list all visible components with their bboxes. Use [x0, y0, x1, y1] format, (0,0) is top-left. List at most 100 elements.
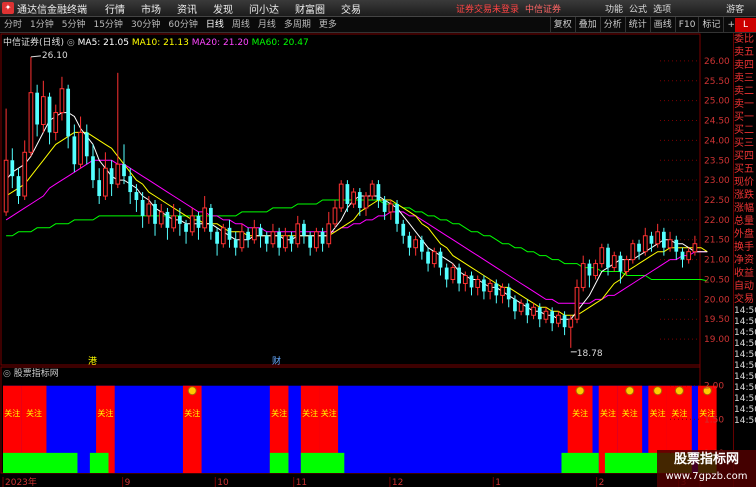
price-tick-label: 24.50 — [704, 117, 730, 127]
menu-trade[interactable]: 交易 — [341, 1, 361, 16]
menu-formula[interactable]: 公式 — [629, 2, 647, 15]
legend-settings-icon[interactable]: ◎ — [67, 38, 75, 48]
candle-body-down — [395, 203, 399, 224]
candle-body-up — [568, 318, 574, 328]
tick-time: 14:50 — [734, 339, 756, 349]
broker-name[interactable]: 中信证券 — [525, 2, 561, 15]
candle-body-down — [637, 243, 641, 252]
indicator-panel: 关注 关注 关注 关注 关注 关注 关注 关注 关注 关注 关注 关注 关注 — [3, 385, 717, 473]
menu-wealth[interactable]: 财富圈 — [295, 1, 325, 16]
login-status[interactable]: 证券交易未登录 — [456, 2, 519, 15]
tab-30min[interactable]: 30分钟 — [127, 17, 164, 33]
candle-body-down — [587, 263, 592, 276]
indicator-block-green — [561, 452, 599, 473]
quote-field: 买四 — [734, 151, 754, 162]
quote-field: 交易 — [734, 294, 754, 305]
candle-body-down — [177, 215, 182, 224]
menu-quotes[interactable]: 行情 — [105, 1, 125, 16]
candle-body-down — [209, 207, 213, 232]
date-tick-label: 1 — [495, 478, 501, 487]
date-tick-label: 11 — [296, 478, 307, 487]
quote-field: 涨跌 — [734, 190, 754, 201]
tab-more[interactable]: 更多 — [315, 17, 341, 33]
price-tick-label: 23.00 — [704, 176, 730, 186]
tool-analysis[interactable]: 分析 — [599, 17, 625, 33]
ma-legend: 中信证券(日线) ◎ MA5: 21.05 MA10: 21.13 MA20: … — [3, 35, 309, 48]
quote-field: 自动 — [734, 281, 754, 292]
tab-multi-period[interactable]: 多周期 — [280, 17, 315, 33]
tab-weekly[interactable]: 周线 — [228, 17, 254, 33]
quote-field: 买一 — [734, 112, 754, 123]
candle-body-up — [220, 227, 226, 245]
candle-body-down — [438, 251, 443, 268]
attention-label: 关注 — [321, 408, 337, 418]
tab-1min[interactable]: 1分钟 — [26, 17, 58, 33]
menu-news[interactable]: 资讯 — [177, 1, 197, 16]
candle-body-up — [450, 267, 456, 280]
menu-discover[interactable]: 发现 — [213, 1, 233, 16]
candle-body-down — [184, 223, 188, 232]
candle-body-up — [338, 183, 344, 209]
tab-5min[interactable]: 5分钟 — [58, 17, 90, 33]
panel-toggle-button[interactable]: L — [735, 18, 756, 32]
high-marker-line — [30, 55, 41, 58]
price-tick-label: 26.00 — [704, 57, 730, 67]
candle-body-down — [196, 215, 201, 228]
price-tick-label: 23.50 — [704, 156, 730, 166]
event-marker-hk: 港 — [88, 355, 97, 367]
tool-f10[interactable]: F10 — [674, 17, 699, 33]
candle-body-up — [282, 235, 288, 249]
tab-15min[interactable]: 15分钟 — [89, 17, 126, 33]
tab-intraday[interactable]: 分时 — [0, 17, 26, 33]
indicator-legend: ◎ 股票指标网 — [3, 366, 59, 379]
tool-draw[interactable]: 画线 — [649, 17, 675, 33]
tab-60min[interactable]: 60分钟 — [164, 17, 201, 33]
stock-name[interactable]: 中信证券(日线) — [3, 38, 64, 48]
candle-body-up — [531, 306, 536, 316]
tool-overlay[interactable]: 叠加 — [574, 17, 600, 33]
candle-body-up — [3, 159, 9, 213]
candle-body-up — [332, 207, 338, 225]
candle-body-down — [289, 235, 294, 244]
ma10-value: MA10: 21.13 — [131, 38, 189, 48]
quote-field: 收益 — [734, 268, 754, 279]
tool-statistics[interactable]: 统计 — [624, 17, 650, 33]
menu-market[interactable]: 市场 — [141, 1, 161, 16]
indicator-tick-label: 2.00 — [704, 382, 724, 392]
attention-label: 关注 — [302, 408, 318, 418]
indicator-block-green — [300, 452, 345, 473]
candle-body-down — [494, 283, 499, 296]
quote-field: 换手 — [734, 242, 754, 253]
menu-function[interactable]: 功能 — [605, 2, 623, 15]
candle-body-down — [16, 176, 21, 197]
candle-body-down — [457, 267, 461, 284]
tab-daily[interactable]: 日线 — [202, 17, 228, 33]
candle-body-up — [351, 191, 356, 205]
menu-options[interactable]: 选项 — [653, 2, 671, 15]
quote-field: 外盘 — [734, 229, 754, 240]
candle-body-up — [363, 195, 369, 209]
attention-label: 关注 — [26, 408, 42, 418]
candle-body-down — [680, 251, 685, 260]
watermark-url: www.7gpzb.com — [665, 471, 748, 482]
tab-monthly[interactable]: 月线 — [254, 17, 280, 33]
menu-ask[interactable]: 问小达 — [249, 1, 279, 16]
indicator-settings-icon[interactable]: ◎ — [3, 369, 11, 379]
candle-body-down — [47, 96, 52, 133]
smile-icon — [674, 386, 684, 396]
candle-body-up — [642, 235, 648, 253]
indicator-name: 股票指标网 — [13, 369, 59, 379]
candle-body-down — [91, 156, 95, 181]
candle-body-up — [655, 231, 661, 245]
kline-chart[interactable]: 19.0019.5020.0020.5021.0021.5022.0022.50… — [0, 33, 756, 487]
candle-body-up — [630, 243, 636, 261]
price-tick-label: 24.00 — [704, 136, 730, 146]
candle-body-down — [525, 303, 530, 316]
menu-guest[interactable]: 游客 — [726, 2, 744, 15]
tick-time: 14:50 — [734, 394, 756, 404]
attention-label: 关注 — [622, 408, 638, 418]
app-logo-icon: ✦ — [2, 2, 14, 14]
tick-time: 14:50 — [734, 405, 756, 415]
tool-adjust[interactable]: 复权 — [549, 17, 575, 33]
tool-mark[interactable]: 标记 — [698, 17, 723, 33]
